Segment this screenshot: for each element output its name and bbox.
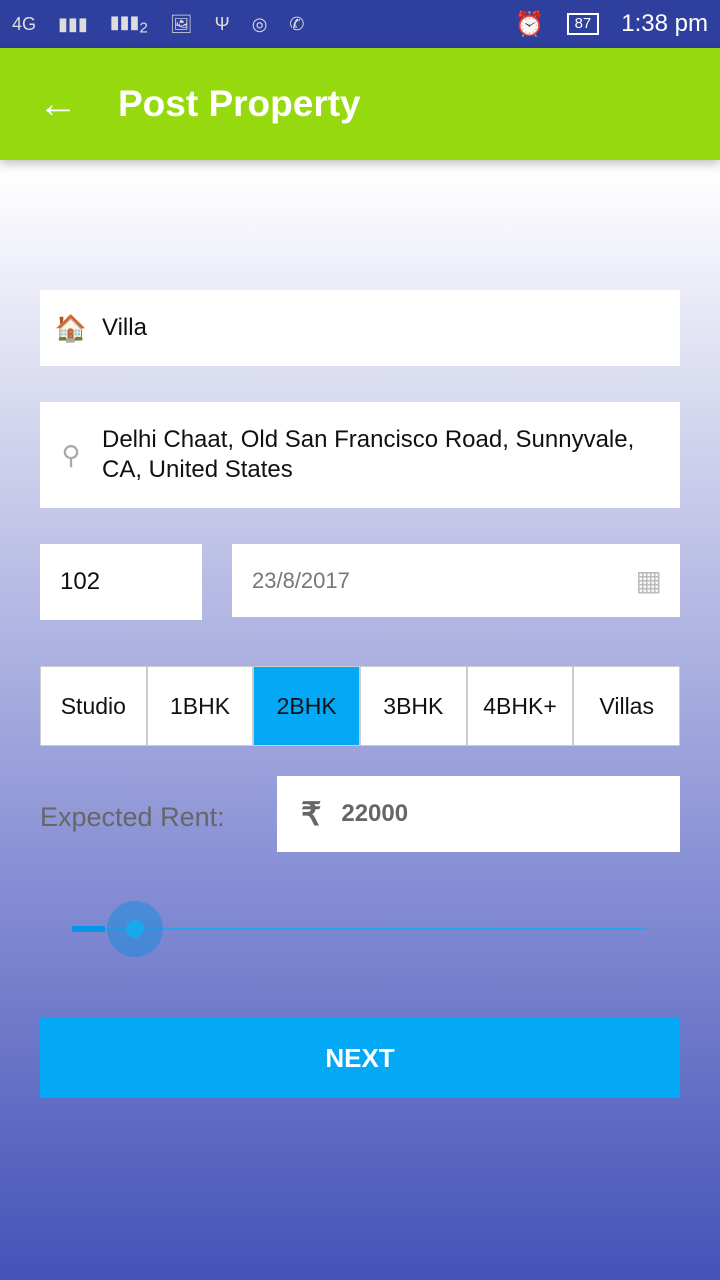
- next-button[interactable]: NEXT: [40, 1018, 680, 1098]
- property-type-value: Villa: [102, 314, 147, 341]
- bhk-option-4bhk-plus[interactable]: 4BHK+: [465, 667, 573, 745]
- date-value: 23/8/2017: [252, 567, 350, 593]
- page-title: Post Property: [118, 83, 361, 124]
- network-type: 4G: [12, 13, 37, 34]
- address-value: Delhi Chaat, Old San Francisco Road, Sun…: [102, 426, 635, 483]
- bhk-option-2bhk[interactable]: 2BHK: [252, 667, 360, 745]
- clock: 1:38 pm: [621, 10, 708, 37]
- battery-icon: 87: [566, 13, 600, 35]
- house-icon: 🏠: [54, 312, 88, 343]
- rent-value: 22000: [341, 800, 409, 827]
- calendar-icon[interactable]: ▦: [636, 564, 662, 597]
- alarm-icon: ⏰: [514, 10, 545, 38]
- app-bar: ← Post Property: [0, 48, 720, 160]
- expected-rent-label: Expected Rent:: [40, 802, 225, 832]
- status-bar: 4G ▮▮▮ ▮▮▮2 🖼 Ψ ◎ ✆ ⏰ 87 1:38 pm: [0, 0, 720, 48]
- bhk-option-3bhk[interactable]: 3BHK: [359, 667, 466, 745]
- rupee-icon: ₹: [301, 796, 322, 832]
- rent-slider-thumb[interactable]: [107, 901, 164, 957]
- unit-number-input[interactable]: 102: [40, 544, 202, 620]
- usb-icon: Ψ: [214, 13, 230, 34]
- bhk-option-villas[interactable]: Villas: [572, 667, 679, 745]
- rent-input[interactable]: ₹ 22000: [277, 776, 680, 852]
- bhk-option-studio[interactable]: Studio: [41, 667, 146, 745]
- hotspot-icon: ◎: [251, 13, 268, 34]
- bhk-selector: Studio 1BHK 2BHK 3BHK 4BHK+ Villas: [40, 666, 680, 746]
- property-type-field[interactable]: 🏠 Villa: [40, 290, 680, 366]
- image-icon: 🖼: [169, 13, 193, 34]
- rent-slider-fill: [72, 926, 106, 932]
- arrow-left-icon[interactable]: ←: [38, 82, 118, 127]
- bhk-option-1bhk[interactable]: 1BHK: [145, 667, 253, 745]
- signal-sim2-icon: ▮▮▮2: [109, 11, 148, 37]
- call-chat-icon: ✆: [289, 13, 305, 34]
- address-field[interactable]: ⚲ Delhi Chaat, Old San Francisco Road, S…: [40, 402, 680, 508]
- date-field[interactable]: 23/8/2017 ▦: [232, 544, 680, 617]
- unit-number-value: 102: [60, 568, 101, 595]
- location-pin-icon: ⚲: [61, 440, 81, 470]
- signal-icon: ▮▮▮: [58, 13, 88, 34]
